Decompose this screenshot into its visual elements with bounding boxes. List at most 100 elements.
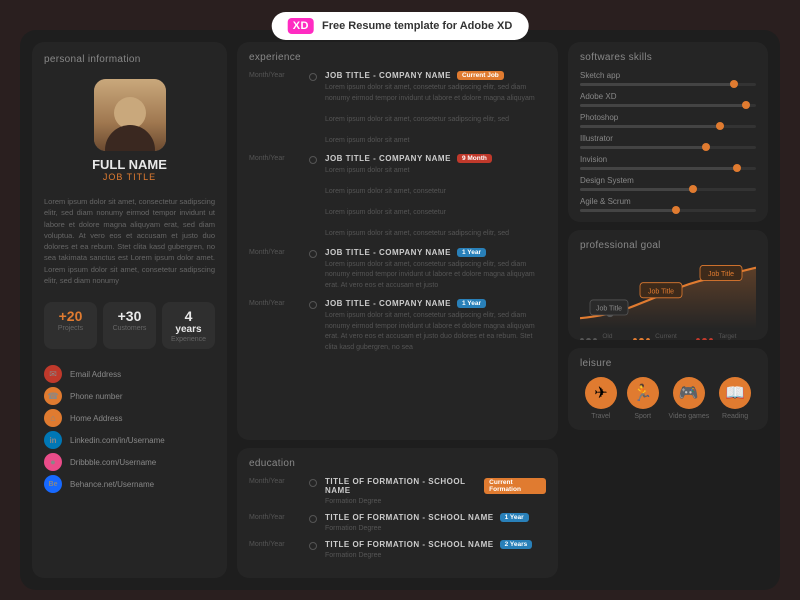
exp-title-row: JOB TITLE - COMPANY NAME 1 Year (325, 248, 546, 257)
old-position-legend: Old position (580, 333, 633, 340)
skill-item-6: Agile & Scrum (580, 197, 756, 212)
edu-title-row: TITLE OF FORMATION - SCHOOL NAME Current… (325, 477, 546, 495)
exp-content: JOB TITLE - COMPANY NAME 1 Year Lorem ip… (325, 248, 546, 292)
skill-bar-fill (580, 104, 747, 107)
dribbble-icon: ● (44, 453, 62, 471)
exp-dot (309, 73, 317, 81)
exp-dot (309, 301, 317, 309)
current-dot2 (639, 338, 643, 341)
exp-date: Month/Year (249, 299, 301, 307)
skill-list: Sketch app Adobe XD Photoshop Illustrato… (580, 71, 756, 212)
contact-linkedin: in Linkedin.com/in/Username (44, 431, 215, 449)
exp-title-row: JOB TITLE - COMPANY NAME Current Job (325, 71, 546, 80)
leisure-title: Leisure (580, 358, 756, 369)
education-list: Month/Year TITLE OF FORMATION - SCHOOL N… (249, 477, 546, 559)
stat-projects-number: +20 (48, 308, 93, 324)
stat-projects: +20 Projects (44, 302, 97, 349)
skill-bar-bg (580, 188, 756, 191)
exp-content: JOB TITLE - COMPANY NAME 1 Year Lorem ip… (325, 299, 546, 353)
svg-text:Job Title: Job Title (708, 269, 734, 278)
contact-dribbble: ● Dribbble.com/Username (44, 453, 215, 471)
leisure-section: Leisure ✈ Travel 🏃 Sport 🎮 Video games 📖… (568, 348, 768, 430)
dribbble-label: Dribbble.com/Username (70, 458, 156, 467)
behance-icon: Be (44, 475, 62, 493)
personal-info-title: personal information (44, 54, 215, 65)
skill-bar-fill (580, 167, 738, 170)
top-badge: XD Free Resume template for Adobe XD (272, 12, 529, 40)
exp-job-title: JOB TITLE - COMPANY NAME (325, 299, 451, 308)
home-label: Home Address (70, 414, 122, 423)
contact-behance: Be Behance.net/Username (44, 475, 215, 493)
badge-text: Free Resume template for Adobe XD (322, 20, 512, 32)
stat-customers-number: +30 (107, 308, 152, 324)
middle-panel: Experience Month/Year JOB TITLE - COMPAN… (237, 42, 558, 578)
target-position-legend: Target position (696, 333, 756, 340)
svg-text:Job Title: Job Title (648, 286, 674, 295)
experience-item-3: Month/Year JOB TITLE - COMPANY NAME 1 Ye… (249, 299, 546, 353)
edu-title: TITLE OF FORMATION - SCHOOL NAME (325, 477, 478, 495)
skill-bar-bg (580, 146, 756, 149)
leisure-label: Sport (634, 413, 651, 420)
leisure-item-3: 📖 Reading (719, 377, 751, 420)
full-name: FULL NAME (92, 157, 167, 172)
email-label: Email Address (70, 370, 121, 379)
edu-content: TITLE OF FORMATION - SCHOOL NAME 1 Year … (325, 513, 546, 532)
leisure-icon-travel: ✈ (585, 377, 617, 409)
skill-name: Sketch app (580, 71, 756, 80)
avatar (94, 79, 166, 151)
experience-item-1: Month/Year JOB TITLE - COMPANY NAME 9 Mo… (249, 154, 546, 240)
edu-dot (309, 515, 317, 523)
skill-name: Illustrator (580, 134, 756, 143)
exp-title-row: JOB TITLE - COMPANY NAME 1 Year (325, 299, 546, 308)
behance-label: Behance.net/Username (70, 480, 154, 489)
old-dot2 (586, 338, 590, 341)
experience-item-2: Month/Year JOB TITLE - COMPANY NAME 1 Ye… (249, 248, 546, 292)
edu-title: TITLE OF FORMATION - SCHOOL NAME (325, 513, 494, 522)
avatar-area: FULL NAME JOB TITLE (44, 79, 215, 182)
phone-icon: ☎ (44, 387, 62, 405)
skills-section: Softwares Skills Sketch app Adobe XD Pho… (568, 42, 768, 222)
exp-badge: Current Job (457, 71, 504, 80)
contact-list: ✉ Email Address ☎ Phone number ⌂ Home Ad… (44, 365, 215, 493)
job-title-sub: JOB TITLE (103, 172, 156, 182)
right-panel: Softwares Skills Sketch app Adobe XD Pho… (568, 42, 768, 578)
exp-date: Month/Year (249, 154, 301, 162)
goal-section: Professional goal (568, 230, 768, 340)
exp-badge: 1 Year (457, 299, 486, 308)
target-dot3 (709, 338, 713, 341)
leisure-item-2: 🎮 Video games (669, 377, 710, 420)
exp-desc: Lorem ipsum dolor sit amet, consetetur s… (325, 260, 546, 292)
exp-job-title: JOB TITLE - COMPANY NAME (325, 71, 451, 80)
skill-item-3: Illustrator (580, 134, 756, 149)
edu-dot (309, 542, 317, 550)
linkedin-icon: in (44, 431, 62, 449)
skill-bar-bg (580, 167, 756, 170)
skill-item-2: Photoshop (580, 113, 756, 128)
skill-bar-bg (580, 104, 756, 107)
current-position-legend: Current position (633, 333, 696, 340)
stat-projects-label: Projects (48, 325, 93, 332)
stat-experience-number: 4 (166, 308, 211, 324)
goal-title: Professional goal (580, 240, 756, 251)
avatar-face (94, 79, 166, 151)
goal-chart: Job Title Job Title Job Title (580, 259, 756, 329)
svg-text:Job Title: Job Title (596, 303, 622, 312)
old-dot3 (593, 338, 597, 341)
exp-desc: Lorem ipsum dolor sit amet, consetetur s… (325, 311, 546, 353)
skill-item-1: Adobe XD (580, 92, 756, 107)
exp-title-row: JOB TITLE - COMPANY NAME 9 Month (325, 154, 546, 163)
edu-degree: Formation Degree (325, 498, 546, 505)
leisure-label: Travel (591, 413, 610, 420)
edu-degree: Formation Degree (325, 525, 546, 532)
skill-bar-fill (580, 125, 721, 128)
exp-job-title: JOB TITLE - COMPANY NAME (325, 154, 451, 163)
experience-item-0: Month/Year JOB TITLE - COMPANY NAME Curr… (249, 71, 546, 146)
edu-date: Month/Year (249, 513, 301, 521)
old-dot (580, 338, 584, 341)
contact-phone: ☎ Phone number (44, 387, 215, 405)
contact-email: ✉ Email Address (44, 365, 215, 383)
exp-dot (309, 250, 317, 258)
edu-degree: Formation Degree (325, 552, 546, 559)
linkedin-label: Linkedin.com/in/Username (70, 436, 165, 445)
experience-section: Experience Month/Year JOB TITLE - COMPAN… (237, 42, 558, 440)
